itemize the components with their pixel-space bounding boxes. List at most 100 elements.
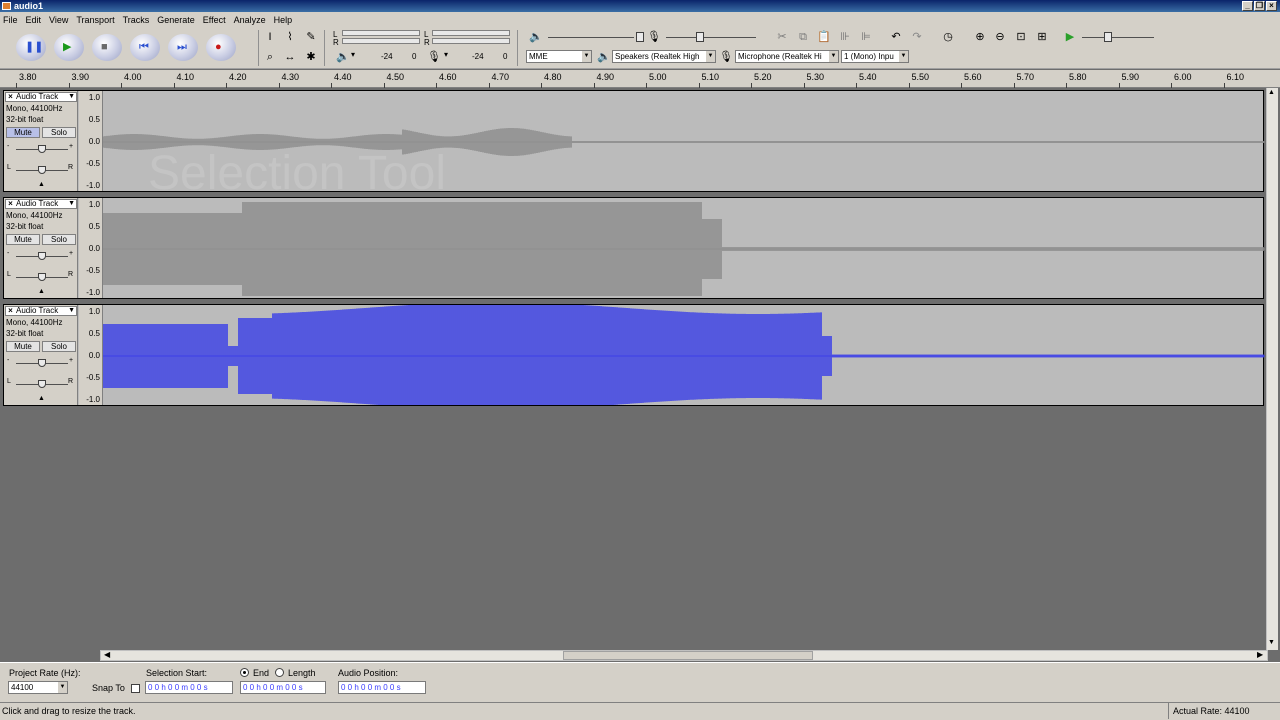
- gain-slider-knob[interactable]: [38, 359, 46, 367]
- stop-button[interactable]: ■: [92, 34, 122, 61]
- track-name-dropdown[interactable]: × Audio Track ▼: [5, 306, 77, 316]
- menu-analyze[interactable]: Analyze: [234, 15, 266, 25]
- zoom-tool-icon[interactable]: ⌕: [262, 49, 278, 65]
- timeshift-tool-icon[interactable]: ↔: [282, 49, 298, 65]
- solo-button[interactable]: Solo: [42, 127, 76, 138]
- output-meter-left[interactable]: [342, 30, 420, 36]
- copy-icon[interactable]: ⧉: [795, 29, 811, 45]
- menu-help[interactable]: Help: [274, 15, 293, 25]
- mute-button[interactable]: Mute: [6, 234, 40, 245]
- sync-lock-icon[interactable]: ◷: [940, 29, 956, 45]
- input-device-select[interactable]: Microphone (Realtek Hi ▼: [735, 50, 839, 63]
- trim-icon[interactable]: ⊪: [837, 29, 853, 45]
- skip-end-button[interactable]: ⏭: [168, 34, 198, 61]
- play-speed-knob[interactable]: [1104, 32, 1112, 42]
- input-meter-dropdown[interactable]: ▾: [444, 50, 448, 59]
- close-button[interactable]: ×: [1266, 1, 1277, 11]
- track-close-icon[interactable]: ×: [6, 200, 15, 208]
- menu-file[interactable]: File: [3, 15, 18, 25]
- maximize-button[interactable]: ❐: [1254, 1, 1265, 11]
- collapse-track-icon[interactable]: ▲: [38, 288, 45, 295]
- audio-track[interactable]: × Audio Track ▼ Mono, 44100Hz 32-bit flo…: [3, 90, 1265, 192]
- audio-track[interactable]: × Audio Track ▼ Mono, 44100Hz 32-bit flo…: [3, 304, 1265, 406]
- gain-slider-knob[interactable]: [38, 145, 46, 153]
- undo-icon[interactable]: ↶: [888, 29, 904, 45]
- timeline-ruler[interactable]: 3.80 3.90 4.00 4.10 4.20 4.30 4.40 4.50 4.60 4.70…: [0, 70, 1280, 88]
- output-volume-knob[interactable]: [636, 32, 644, 42]
- output-meter-dropdown[interactable]: ▾: [351, 50, 355, 59]
- play-at-speed-icon[interactable]: ▶: [1062, 29, 1078, 45]
- track-control-panel[interactable]: × Audio Track ▼ Mono, 44100Hz 32-bit flo…: [4, 305, 78, 405]
- menu-tracks[interactable]: Tracks: [123, 15, 150, 25]
- waveform[interactable]: [103, 198, 1265, 298]
- silence-icon[interactable]: ⊫: [858, 29, 874, 45]
- solo-button[interactable]: Solo: [42, 341, 76, 352]
- track-name-dropdown[interactable]: × Audio Track ▼: [5, 92, 77, 102]
- pan-slider-knob[interactable]: [38, 166, 46, 174]
- menu-edit[interactable]: Edit: [26, 15, 42, 25]
- solo-button[interactable]: Solo: [42, 234, 76, 245]
- play-speed-slider[interactable]: [1082, 37, 1154, 38]
- input-volume-knob[interactable]: [696, 32, 704, 42]
- play-button[interactable]: ▶: [54, 34, 84, 61]
- selection-tool-icon[interactable]: I: [262, 29, 278, 45]
- input-channels-select[interactable]: 1 (Mono) Inpu ▼: [841, 50, 909, 63]
- cut-icon[interactable]: ✂: [774, 29, 790, 45]
- envelope-tool-icon[interactable]: ⌇: [282, 29, 298, 45]
- mute-button[interactable]: Mute: [6, 127, 40, 138]
- menu-effect[interactable]: Effect: [203, 15, 226, 25]
- scroll-left-icon[interactable]: ◀: [104, 650, 110, 659]
- track-name-dropdown[interactable]: × Audio Track ▼: [5, 199, 77, 209]
- horizontal-scrollbar[interactable]: [100, 650, 1268, 661]
- record-button[interactable]: ●: [206, 34, 236, 61]
- audio-position-field[interactable]: 0 0 h 0 0 m 0 0 s: [338, 681, 426, 694]
- vertical-scrollbar[interactable]: [1266, 88, 1278, 650]
- track-control-panel[interactable]: × Audio Track ▼ Mono, 44100Hz 32-bit flo…: [4, 91, 78, 191]
- output-device-select[interactable]: Speakers (Realtek High ▼: [612, 50, 716, 63]
- horizontal-scroll-thumb[interactable]: [563, 651, 813, 660]
- menu-transport[interactable]: Transport: [76, 15, 114, 25]
- output-meter-right[interactable]: [342, 38, 420, 44]
- audio-track[interactable]: × Audio Track ▼ Mono, 44100Hz 32-bit flo…: [3, 197, 1265, 299]
- end-radio[interactable]: [240, 668, 249, 677]
- draw-tool-icon[interactable]: ✎: [303, 29, 319, 45]
- snap-to-checkbox[interactable]: [131, 684, 140, 693]
- pause-button[interactable]: ❚❚: [16, 34, 46, 61]
- gain-slider-knob[interactable]: [38, 252, 46, 260]
- menu-generate[interactable]: Generate: [157, 15, 195, 25]
- fit-project-icon[interactable]: ⊞: [1034, 29, 1050, 45]
- pan-left-label: L: [7, 164, 11, 171]
- zoom-in-icon[interactable]: ⊕: [972, 29, 988, 45]
- scroll-down-icon[interactable]: ▼: [1268, 639, 1275, 646]
- scroll-up-icon[interactable]: ▲: [1268, 89, 1275, 96]
- input-meter-left[interactable]: [432, 30, 510, 36]
- input-meter-right[interactable]: [432, 38, 510, 44]
- project-rate-select[interactable]: 44100 ▼: [8, 681, 68, 694]
- ruler-tick-label: 3.90: [71, 72, 90, 82]
- waveform[interactable]: [103, 305, 1265, 405]
- skip-start-button[interactable]: ⏮: [130, 34, 160, 61]
- menu-view[interactable]: View: [49, 15, 68, 25]
- redo-icon[interactable]: ↷: [909, 29, 925, 45]
- minimize-button[interactable]: _: [1242, 1, 1253, 11]
- waveform[interactable]: Selection Tool: [103, 91, 1265, 191]
- selection-start-field[interactable]: 0 0 h 0 0 m 0 0 s: [145, 681, 233, 694]
- paste-icon[interactable]: 📋: [816, 29, 832, 45]
- collapse-track-icon[interactable]: ▲: [38, 395, 45, 402]
- multi-tool-icon[interactable]: ✱: [303, 49, 319, 65]
- track-close-icon[interactable]: ×: [6, 307, 15, 315]
- input-volume-slider[interactable]: [666, 37, 756, 38]
- track-close-icon[interactable]: ×: [6, 93, 15, 101]
- mute-button[interactable]: Mute: [6, 341, 40, 352]
- output-volume-slider[interactable]: [548, 37, 634, 38]
- pan-slider-knob[interactable]: [38, 273, 46, 281]
- collapse-track-icon[interactable]: ▲: [38, 181, 45, 188]
- audio-host-select[interactable]: MME ▼: [526, 50, 592, 63]
- length-radio[interactable]: [275, 668, 284, 677]
- track-control-panel[interactable]: × Audio Track ▼ Mono, 44100Hz 32-bit flo…: [4, 198, 78, 298]
- fit-selection-icon[interactable]: ⊡: [1013, 29, 1029, 45]
- scroll-right-icon[interactable]: ▶: [1257, 650, 1263, 659]
- zoom-out-icon[interactable]: ⊖: [992, 29, 1008, 45]
- selection-end-field[interactable]: 0 0 h 0 0 m 0 0 s: [240, 681, 326, 694]
- pan-slider-knob[interactable]: [38, 380, 46, 388]
